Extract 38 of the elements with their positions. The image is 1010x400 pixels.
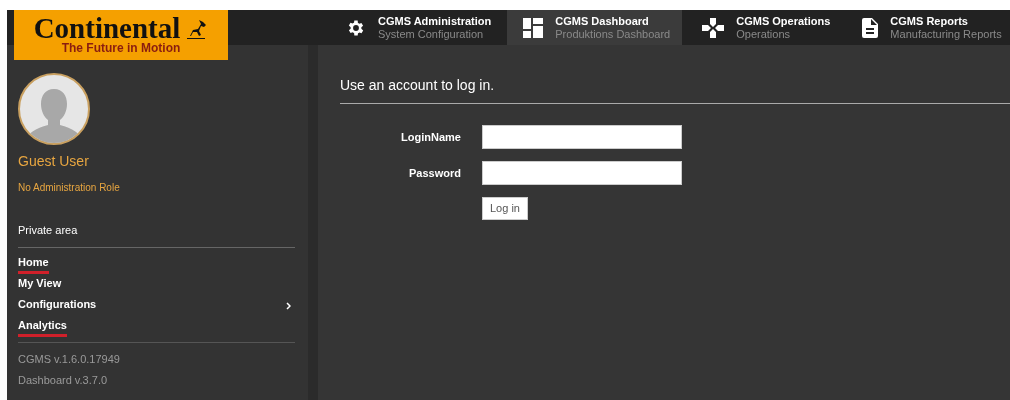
tab-subtitle: Produktions Dashboard <box>555 27 671 41</box>
nav-tab[interactable]: CGMS Reports Manufacturing Reports <box>846 10 1010 45</box>
sidebar-link[interactable]: Configurations <box>18 295 295 317</box>
input-field[interactable] <box>482 125 682 149</box>
nav-tab[interactable]: CGMS Dashboard Produktions Dashboard <box>507 10 683 45</box>
user-role: No Administration Role <box>18 181 121 195</box>
input-field[interactable] <box>482 161 682 185</box>
version-text: CGMS v.1.6.0.17949 <box>18 351 121 367</box>
link-label: Home <box>18 253 49 275</box>
nav-tab[interactable]: CGMS Operations Operations <box>686 10 843 45</box>
login-button[interactable]: Log in <box>482 197 528 220</box>
tab-title: CGMS Reports <box>890 14 969 28</box>
tab-subtitle: Manufacturing Reports <box>890 27 1002 41</box>
field-label: LoginName <box>400 129 461 145</box>
link-label: Analytics <box>18 316 67 338</box>
logo-wordmark: Continental <box>33 15 181 41</box>
document-icon <box>862 17 879 38</box>
login-heading: Use an account to log in. <box>340 76 496 95</box>
horse-icon <box>184 19 209 39</box>
logo-tagline: The Future in Motion <box>61 41 181 55</box>
sidebar-link[interactable]: Analytics <box>18 316 295 338</box>
link-label: My View <box>18 275 62 291</box>
tab-subtitle: Operations <box>736 27 792 41</box>
version-text: Dashboard v.3.7.0 <box>18 372 109 388</box>
tab-title: CGMS Administration <box>378 14 492 28</box>
field-label: Password <box>408 165 461 181</box>
tab-title: CGMS Dashboard <box>555 14 650 28</box>
sidebar-link[interactable]: My View <box>18 274 295 296</box>
tab-title: CGMS Operations <box>736 14 831 28</box>
chevron-right-icon <box>286 302 291 310</box>
dashboard-icon <box>523 17 544 38</box>
nav-tab[interactable]: CGMS Administration System Configuration <box>330 10 504 45</box>
section-title: Private area <box>18 223 79 238</box>
sidebar-link[interactable]: Home <box>18 253 295 275</box>
gamepad-icon <box>702 17 725 38</box>
user-name: Guest User <box>18 152 90 171</box>
link-label: Configurations <box>18 296 97 312</box>
tab-subtitle: System Configuration <box>378 27 485 41</box>
